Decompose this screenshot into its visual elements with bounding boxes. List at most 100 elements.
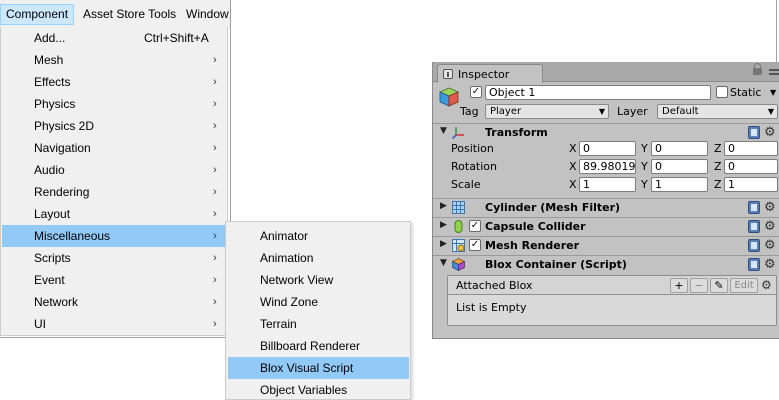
tab-label: Inspector [458,68,510,81]
empty-list-text: List is Empty [456,301,527,314]
menu-item-shortcut: Ctrl+Shift+A [144,31,209,45]
chevron-down-icon: ▼ [767,107,774,116]
axis-y-label: Y [641,178,648,191]
submenu-arrow-icon: › [213,208,217,220]
submenu-arrow-icon: › [213,120,217,132]
foldout-collapsed-icon[interactable]: ▶ [440,201,447,211]
mesh-filter-header[interactable]: ▶ Cylinder (Mesh Filter) ⚙ [433,198,779,216]
menu-item-navigation[interactable]: Navigation › [2,137,227,159]
add-blox-button[interactable]: + [670,278,688,293]
menu-item-label: Scripts [34,251,71,265]
layer-label: Layer [617,105,648,118]
axis-z-label: Z [714,142,722,155]
submenu-item-animator[interactable]: Animator [228,225,409,247]
rotation-x-field[interactable]: 89.98019 [579,159,636,174]
foldout-collapsed-icon[interactable]: ▶ [440,220,447,230]
axis-y-label: Y [641,160,648,173]
mesh-renderer-header[interactable]: ▶ Mesh Renderer ⚙ [433,236,779,254]
static-checkbox[interactable] [716,86,728,98]
menu-item-effects[interactable]: Effects › [2,71,227,93]
menu-item-network[interactable]: Network › [2,291,227,313]
menu-item-ui[interactable]: UI › [2,313,227,335]
capsule-collider-header[interactable]: ▶ Capsule Collider ⚙ [433,217,779,235]
position-y-field[interactable]: 0 [651,141,708,156]
axis-x-label: X [569,142,577,155]
info-icon [443,69,453,79]
layer-dropdown[interactable]: Default ▼ [657,104,778,119]
menu-item-add[interactable]: Add... Ctrl+Shift+A [2,27,227,49]
static-dropdown-icon[interactable]: ▼ [770,88,776,97]
scale-y-field[interactable]: 1 [651,177,708,192]
static-label: Static [730,86,762,99]
panel-menu-icon[interactable] [769,69,779,75]
menu-item-scripts[interactable]: Scripts › [2,247,227,269]
gear-icon[interactable]: ⚙ [764,200,776,215]
help-book-icon[interactable] [748,220,760,233]
menu-bar: Component Asset Store Tools Window [0,0,230,28]
active-checkbox[interactable] [470,86,482,98]
gear-icon[interactable]: ⚙ [764,257,776,272]
menu-item-label: Physics [34,97,76,111]
submenu-arrow-icon: › [213,186,217,198]
object-name-field[interactable]: Object 1 [485,85,711,100]
menu-item-mesh[interactable]: Mesh › [2,49,227,71]
edit-blox-button[interactable]: Edit [730,278,758,293]
help-book-icon[interactable] [748,201,760,214]
scene-frame-right-border [776,0,777,62]
tab-inspector[interactable]: Inspector [437,64,543,83]
submenu-arrow-icon: › [213,274,217,286]
menu-item-miscellaneous[interactable]: Miscellaneous › [2,225,227,247]
pencil-icon[interactable]: ✎ [710,278,728,293]
menu-item-physics[interactable]: Physics › [2,93,227,115]
foldout-collapsed-icon[interactable]: ▶ [440,239,447,249]
menu-item-label: Mesh [34,53,64,67]
help-book-icon[interactable] [748,258,760,271]
blox-container-header[interactable]: ▼ Blox Container (Script) ⚙ [433,255,779,273]
submenu-arrow-icon: › [213,230,217,242]
mesh-renderer-title: Mesh Renderer [485,239,580,252]
position-z-field[interactable]: 0 [724,141,778,156]
gear-icon[interactable]: ⚙ [761,278,772,292]
gear-icon[interactable]: ⚙ [764,219,776,234]
menu-item-rendering[interactable]: Rendering › [2,181,227,203]
menu-asset-store-tools[interactable]: Asset Store Tools [78,4,181,25]
menu-item-layout[interactable]: Layout › [2,203,227,225]
attached-blox-title: Attached Blox [456,279,533,292]
menu-item-physics-2d[interactable]: Physics 2D › [2,115,227,137]
menu-window[interactable]: Window [181,4,234,25]
miscellaneous-submenu: Animator Animation Network View Wind Zon… [225,221,411,400]
gear-icon[interactable]: ⚙ [764,125,776,140]
foldout-expanded-icon[interactable]: ▼ [440,258,447,268]
tag-dropdown[interactable]: Player ▼ [485,104,609,119]
foldout-expanded-icon[interactable]: ▼ [440,126,447,136]
tag-value: Player [490,106,522,117]
gear-icon[interactable]: ⚙ [764,238,776,253]
help-book-icon[interactable] [748,126,760,139]
submenu-arrow-icon: › [213,98,217,110]
lock-icon[interactable] [753,63,762,75]
submenu-item-object-variables[interactable]: Object Variables [228,379,409,400]
rotation-z-field[interactable]: 0 [724,159,778,174]
menu-component[interactable]: Component [0,4,75,25]
submenu-item-blox-visual-script[interactable]: Blox Visual Script [228,357,409,379]
axis-y-label: Y [641,142,648,155]
position-x-field[interactable]: 0 [579,141,636,156]
transform-header[interactable]: ▼ Transform ⚙ [433,123,779,141]
submenu-item-network-view[interactable]: Network View [228,269,409,291]
scale-x-field[interactable]: 1 [579,177,636,192]
help-book-icon[interactable] [748,239,760,252]
capsule-collider-title: Capsule Collider [485,220,586,233]
chevron-down-icon: ▼ [598,107,605,116]
menu-item-event[interactable]: Event › [2,269,227,291]
submenu-item-terrain[interactable]: Terrain [228,313,409,335]
submenu-item-wind-zone[interactable]: Wind Zone [228,291,409,313]
rotation-y-field[interactable]: 0 [651,159,708,174]
remove-blox-button[interactable]: − [690,278,708,293]
submenu-item-billboard-renderer[interactable]: Billboard Renderer [228,335,409,357]
mesh-renderer-enabled-checkbox[interactable] [469,239,481,251]
submenu-item-animation[interactable]: Animation [228,247,409,269]
menu-item-label: Network [34,295,79,309]
menu-item-audio[interactable]: Audio › [2,159,227,181]
scale-z-field[interactable]: 1 [724,177,778,192]
capsule-collider-enabled-checkbox[interactable] [469,220,481,232]
